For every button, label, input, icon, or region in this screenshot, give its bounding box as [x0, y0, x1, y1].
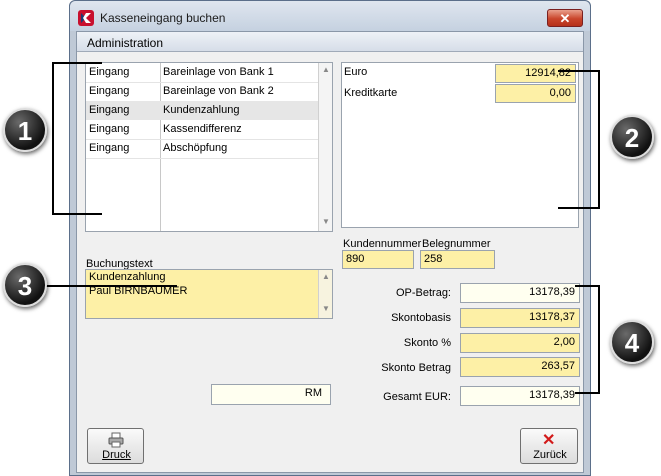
list-item[interactable]: Eingang Bareinlage von Bank 2: [86, 82, 318, 102]
discount-amount-field[interactable]: 263,57: [460, 357, 580, 377]
list-item-selected[interactable]: Eingang Kundenzahlung: [86, 101, 318, 120]
booking-text-area[interactable]: Kundenzahlung Paul BIRNBAUMER ▲ ▼: [85, 269, 333, 319]
list-item[interactable]: Eingang Bareinlage von Bank 1: [86, 63, 318, 83]
rm-field[interactable]: RM: [211, 384, 331, 405]
callout-bracket-1: [52, 62, 102, 215]
scroll-down-icon[interactable]: ▼: [322, 304, 330, 313]
booking-list-scrollbar[interactable]: ▲ ▼: [318, 63, 332, 231]
total-eur-label: Gesamt EUR:: [383, 391, 451, 403]
payment-label: Euro: [344, 66, 368, 78]
discount-percent-field[interactable]: 2,00: [460, 333, 580, 353]
menu-bar: Administration: [77, 32, 583, 52]
callout-badge-2: 2: [610, 115, 654, 159]
booking-type-list[interactable]: Eingang Bareinlage von Bank 1 Eingang Ba…: [85, 62, 333, 232]
back-button[interactable]: ✕ Zurück: [520, 428, 578, 464]
scroll-up-icon[interactable]: ▲: [322, 272, 330, 281]
app-logo-icon: [78, 10, 94, 26]
printer-icon: [108, 432, 124, 448]
back-button-label: Zurück: [533, 449, 567, 461]
callout-line-3: [42, 285, 177, 287]
customer-number-label: Kundennummer: [343, 238, 422, 250]
receipt-number-field[interactable]: 258: [420, 250, 495, 269]
discount-amount-label: Skonto Betrag: [381, 362, 451, 374]
receipt-number-label: Belegnummer: [422, 238, 491, 250]
callout-badge-3: 3: [3, 263, 47, 307]
scroll-down-icon[interactable]: ▼: [322, 217, 330, 226]
discount-percent-label: Skonto %: [403, 337, 451, 349]
callout-bracket-2: [558, 70, 600, 209]
payment-label: Kreditkarte: [344, 87, 398, 99]
menu-item-administration[interactable]: Administration: [87, 36, 163, 50]
list-item[interactable]: Eingang Kassendifferenz: [86, 120, 318, 140]
discount-basis-label: Skontobasis: [391, 312, 451, 324]
discount-basis-field[interactable]: 13178,37: [460, 308, 580, 328]
payment-method-list[interactable]: Euro 12914,82 Kreditkarte 0,00: [341, 62, 579, 228]
callout-badge-1: 1: [3, 108, 47, 152]
op-amount-label: OP-Betrag:: [395, 287, 451, 299]
dialog-window: Kasseneingang buchen ✕ Administration Ei…: [69, 0, 591, 476]
print-button[interactable]: Druck: [87, 428, 144, 464]
list-item[interactable]: Eingang Abschöpfung: [86, 139, 318, 159]
callout-badge-4: 4: [610, 320, 654, 364]
op-amount-field[interactable]: 13178,39: [460, 283, 580, 303]
window-title: Kasseneingang buchen: [100, 11, 226, 25]
print-button-label: Druck: [102, 449, 131, 461]
callout-bracket-4: [575, 285, 600, 394]
scroll-up-icon[interactable]: ▲: [322, 65, 330, 74]
booking-text-scrollbar[interactable]: ▲ ▼: [318, 270, 332, 318]
total-eur-field[interactable]: 13178,39: [460, 386, 580, 406]
title-bar: Kasseneingang buchen ✕: [70, 1, 590, 31]
customer-number-field[interactable]: 890: [342, 250, 414, 269]
dialog-content: Administration Eingang Bareinlage von Ba…: [76, 31, 584, 473]
close-button[interactable]: ✕: [547, 9, 583, 27]
red-x-icon: ✕: [542, 432, 556, 449]
